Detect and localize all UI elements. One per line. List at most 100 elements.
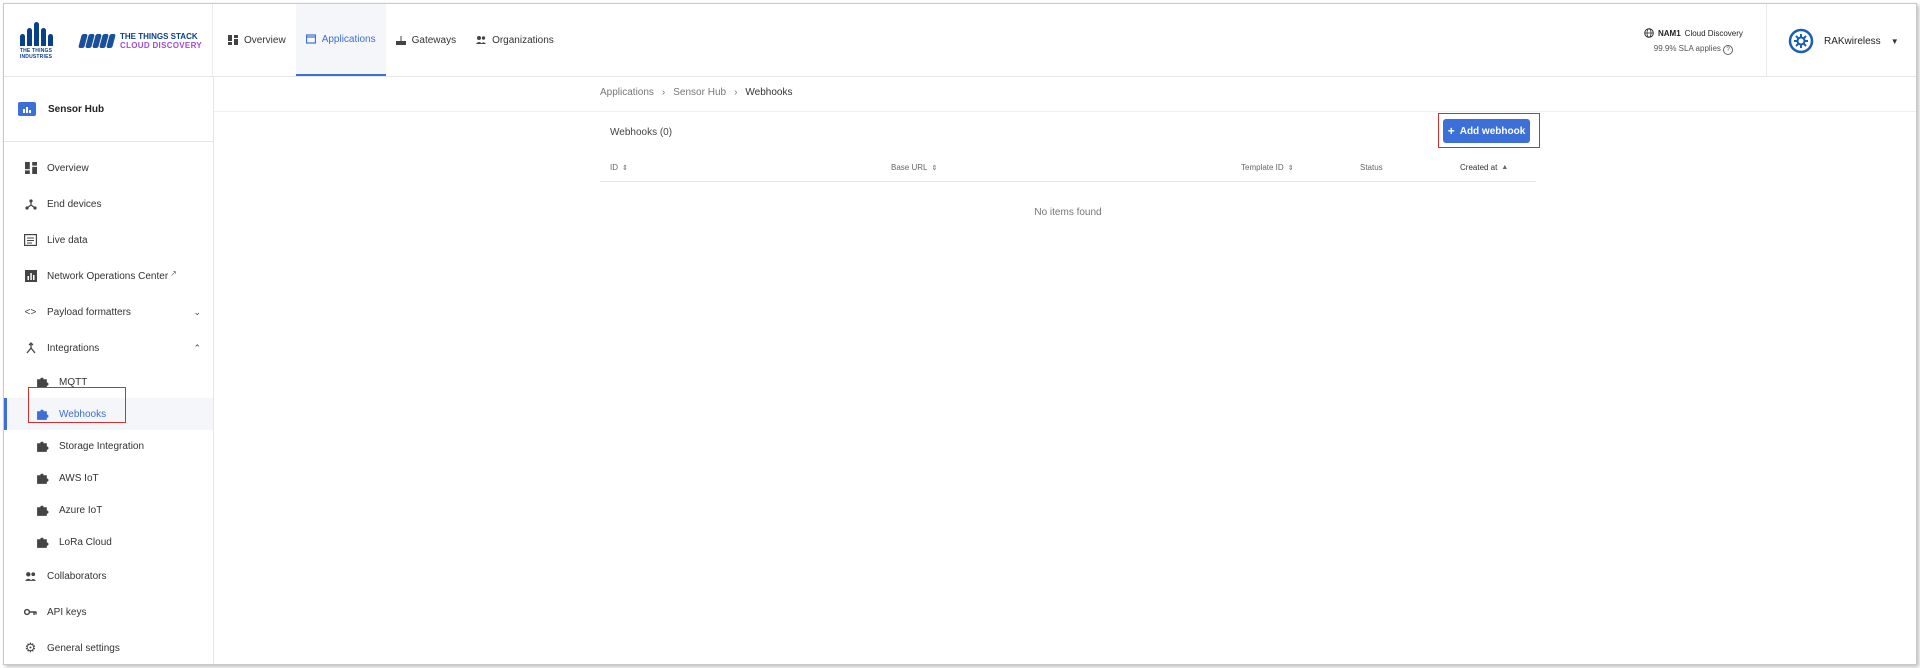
top-header: THE THINGS INDUSTRIES THE THINGS STACK C… <box>4 4 1916 77</box>
sidebar-item-noc[interactable]: Network Operations Center ↗ <box>4 258 213 294</box>
sidebar-subitem-label: Storage Integration <box>59 440 145 452</box>
column-header-created-at[interactable]: Created at ▲ <box>1460 163 1508 172</box>
external-link-icon: ↗ <box>170 268 177 278</box>
cluster-info[interactable]: NAM1 Cloud Discovery 99.9% SLA applies ? <box>1644 28 1743 55</box>
page-title: Webhooks (0) <box>610 127 673 138</box>
column-header-template-id[interactable]: Template ID ⇕ <box>1241 163 1294 172</box>
the-things-industries-logo[interactable]: THE THINGS INDUSTRIES <box>16 22 56 64</box>
things-stack-logo[interactable]: THE THINGS STACK CLOUD DISCOVERY <box>78 32 202 50</box>
sidebar-subitem-label: AWS IoT <box>59 472 99 484</box>
column-label: Base URL <box>891 163 928 172</box>
divider <box>212 4 213 76</box>
sidebar-item-label: Overview <box>47 162 89 174</box>
grid-icon <box>228 35 238 45</box>
application-header[interactable]: Sensor Hub <box>4 77 213 142</box>
cluster-label: Cloud Discovery <box>1684 28 1743 38</box>
nav-overview[interactable]: Overview <box>218 4 296 76</box>
gateway-icon <box>395 36 406 45</box>
merge-icon <box>24 342 37 355</box>
sidebar-item-label: Collaborators <box>47 570 107 582</box>
sidebar-subitem-label: Azure IoT <box>59 504 103 516</box>
rakwireless-avatar-icon <box>1788 28 1814 54</box>
sidebar-item-payload-formatters[interactable]: <> Payload formatters ⌄ <box>4 294 213 330</box>
column-header-base-url[interactable]: Base URL ⇕ <box>891 163 937 172</box>
application-icon <box>18 102 36 116</box>
sidebar-item-general-settings[interactable]: ⚙ General settings <box>4 630 213 664</box>
puzzle-icon <box>37 537 49 548</box>
sidebar: Sensor Hub Overview End devices Live dat… <box>4 77 214 664</box>
people-icon <box>24 570 37 583</box>
sidebar-item-integrations[interactable]: Integrations ⌃ <box>4 330 213 366</box>
window-icon <box>305 34 316 44</box>
sidebar-subitem-label: MQTT <box>59 376 88 388</box>
nav-applications-label: Applications <box>321 33 376 45</box>
profile-dropdown[interactable]: RAKwireless ▼ <box>1788 28 1899 54</box>
chevron-right-icon: › <box>734 87 738 98</box>
sort-asc-icon: ▲ <box>1501 164 1509 171</box>
highlight-add-webhook <box>1438 113 1540 148</box>
list-box-icon <box>24 234 37 247</box>
column-header-id[interactable]: ID ⇕ <box>610 163 628 172</box>
nav-organizations-label: Organizations <box>492 34 554 46</box>
globe-icon <box>1644 28 1654 38</box>
highlight-webhooks <box>28 387 126 423</box>
sidebar-subitem-azure-iot[interactable]: Azure IoT <box>4 494 213 526</box>
product-edition: CLOUD DISCOVERY <box>120 41 202 50</box>
gear-icon: ⚙ <box>24 640 37 655</box>
sidebar-subitem-aws-iot[interactable]: AWS IoT <box>4 462 213 494</box>
nav-applications[interactable]: Applications <box>295 4 386 76</box>
chevron-down-icon: ⌄ <box>193 306 201 317</box>
main-content: Applications › Sensor Hub › Webhooks Web… <box>214 77 1916 664</box>
nav-gateways-label: Gateways <box>411 34 457 46</box>
divider <box>214 111 1916 112</box>
nav-organizations[interactable]: Organizations <box>466 4 564 76</box>
nav-gateways[interactable]: Gateways <box>386 4 466 76</box>
sort-icon: ⇕ <box>1287 164 1294 172</box>
product-name: THE THINGS STACK <box>120 32 198 41</box>
sidebar-item-label: End devices <box>47 198 102 210</box>
breadcrumb-current: Webhooks <box>745 87 793 98</box>
empty-state: No items found <box>1034 207 1102 218</box>
sla-text: 99.9% SLA applies <box>1653 44 1721 53</box>
sidebar-subitem-lora-cloud[interactable]: LoRa Cloud <box>4 526 213 558</box>
sidebar-item-label: Live data <box>47 234 88 246</box>
breadcrumb: Applications › Sensor Hub › Webhooks <box>600 87 793 98</box>
column-label: Template ID <box>1241 163 1284 172</box>
sidebar-item-label: Integrations <box>47 342 100 354</box>
divider <box>1766 4 1767 76</box>
help-icon[interactable]: ? <box>1723 45 1734 55</box>
breadcrumb-applications[interactable]: Applications <box>600 87 654 98</box>
column-label: ID <box>610 163 618 172</box>
chevron-up-icon: ⌃ <box>193 342 201 353</box>
chevron-right-icon: › <box>661 87 666 98</box>
sidebar-item-live-data[interactable]: Live data <box>4 222 213 258</box>
sidebar-item-label: Network Operations Center <box>47 270 169 282</box>
sidebar-item-end-devices[interactable]: End devices <box>4 186 213 222</box>
sidebar-subitem-label: LoRa Cloud <box>59 536 112 548</box>
puzzle-icon <box>37 441 49 452</box>
sidebar-item-label: API keys <box>47 606 87 618</box>
people-icon <box>476 36 487 44</box>
sort-icon: ⇕ <box>622 164 628 172</box>
breadcrumb-application[interactable]: Sensor Hub <box>673 87 726 98</box>
code-icon: <> <box>24 306 37 318</box>
sort-icon: ⇕ <box>931 164 938 172</box>
sidebar-item-collaborators[interactable]: Collaborators <box>4 558 213 594</box>
key-icon <box>24 606 37 619</box>
stack-mark-icon <box>78 34 116 48</box>
column-label: Status <box>1360 163 1383 172</box>
nav-overview-label: Overview <box>244 34 286 46</box>
logo-bars <box>16 22 56 46</box>
caret-down-icon: ▼ <box>1890 36 1899 46</box>
device-tree-icon <box>24 198 37 211</box>
grid-icon <box>24 162 37 175</box>
puzzle-icon <box>37 473 49 484</box>
sidebar-subitem-storage[interactable]: Storage Integration <box>4 430 213 462</box>
column-label: Created at <box>1460 163 1498 172</box>
top-nav: Overview Applications Gateways Organizat… <box>218 4 564 76</box>
sidebar-item-label: General settings <box>47 642 120 654</box>
sidebar-item-api-keys[interactable]: API keys <box>4 594 213 630</box>
sidebar-item-overview[interactable]: Overview <box>4 150 213 186</box>
table-header: ID ⇕ Base URL ⇕ Template ID ⇕ Status Create… <box>600 153 1536 182</box>
cluster-name: NAM1 <box>1658 28 1681 38</box>
